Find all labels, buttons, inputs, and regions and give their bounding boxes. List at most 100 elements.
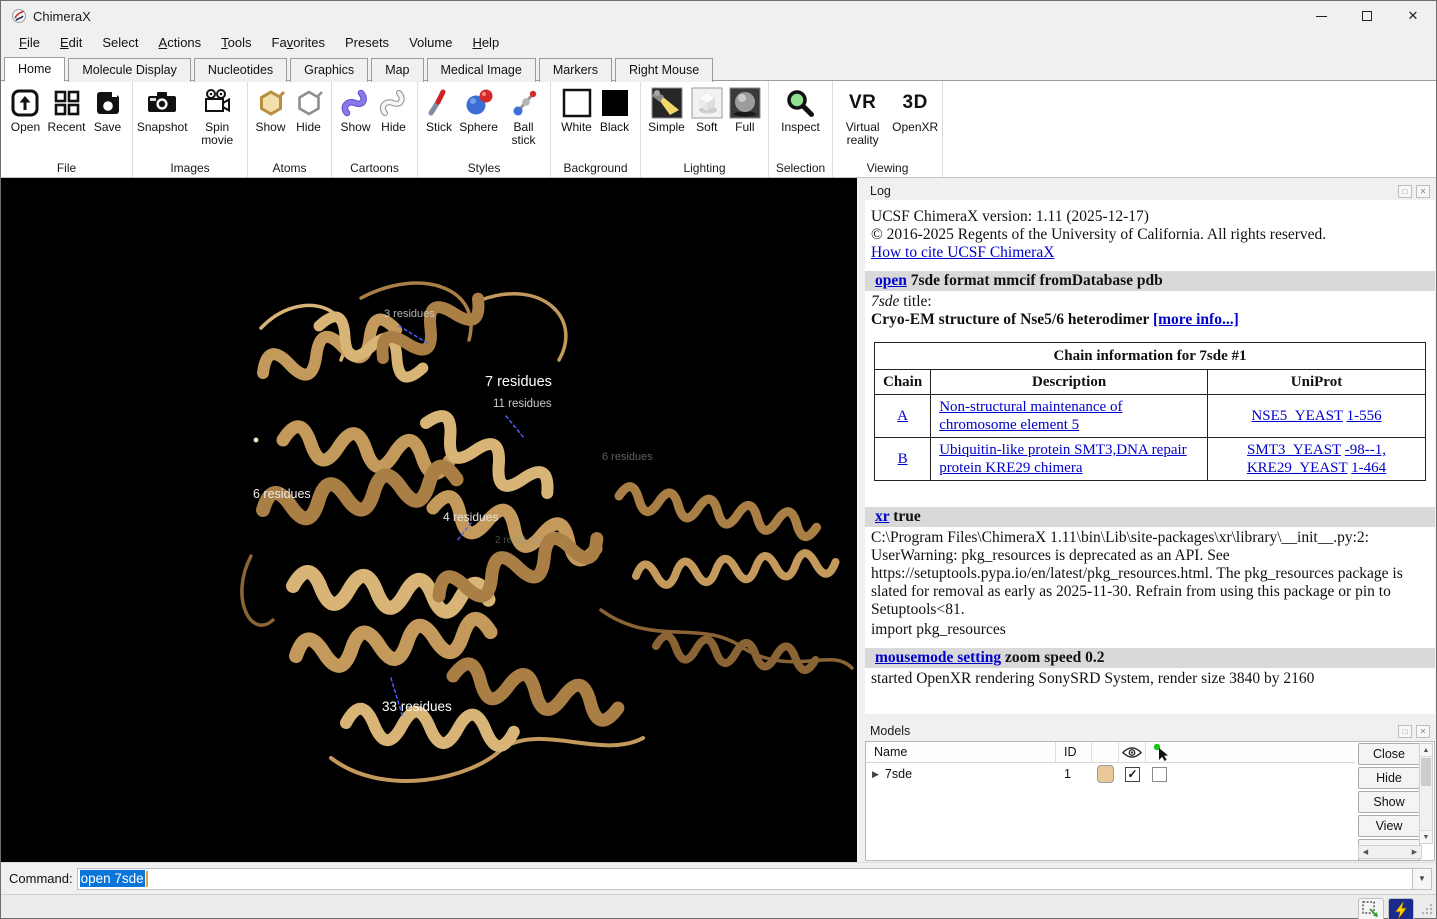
chain-a-link[interactable]: A: [897, 408, 908, 424]
menu-item-volume[interactable]: Volume: [399, 33, 462, 52]
command-history-dropdown[interactable]: ▼: [1413, 868, 1432, 890]
inspect-label: Inspect: [781, 121, 820, 134]
open-command-link[interactable]: open: [875, 272, 907, 289]
title-bar: ChimeraX ✕: [1, 1, 1436, 31]
menu-item-select[interactable]: Select: [92, 33, 148, 52]
white-background-button[interactable]: White: [558, 84, 596, 135]
menu-item-favorites[interactable]: Favorites: [262, 33, 335, 52]
tab-map[interactable]: Map: [371, 58, 423, 82]
full-lighting-button[interactable]: Full: [726, 84, 764, 135]
resize-grip[interactable]: [1420, 902, 1434, 916]
models-horizontal-scrollbar[interactable]: ◀ ▶: [1358, 845, 1422, 859]
atoms-show-icon: [255, 85, 287, 121]
maximize-button[interactable]: [1344, 1, 1390, 31]
ribbon-group-file: Open Recent Save File: [1, 81, 133, 177]
name-column-header[interactable]: Name: [866, 742, 1056, 762]
cartoons-show-button[interactable]: Show: [337, 84, 375, 135]
chain-a-description-link[interactable]: Non-structural maintenance of chromosome…: [939, 399, 1122, 433]
menu-item-edit[interactable]: Edit: [50, 33, 92, 52]
menu-item-actions[interactable]: Actions: [149, 33, 212, 52]
xr-command-link[interactable]: xr: [875, 508, 889, 525]
open-label: Open: [11, 121, 40, 134]
recent-button[interactable]: Recent: [44, 84, 88, 135]
log-close-button[interactable]: ✕: [1416, 185, 1430, 198]
menu-item-file[interactable]: File: [9, 33, 50, 52]
tab-home[interactable]: Home: [4, 57, 65, 82]
menu-item-help[interactable]: Help: [462, 33, 509, 52]
3d-viewport[interactable]: 3 residues 7 residues 11 residues 6 resi…: [1, 178, 857, 862]
model-view-button[interactable]: View: [1358, 815, 1420, 837]
uniprot-name-link[interactable]: NSE5_YEAST: [1251, 408, 1342, 424]
scroll-right-arrow[interactable]: ▶: [1408, 848, 1421, 856]
stick-style-button[interactable]: Stick: [420, 84, 458, 148]
model-selected-checkbox[interactable]: [1152, 767, 1167, 782]
atoms-show-button[interactable]: Show: [252, 84, 290, 135]
chain-b-link[interactable]: B: [898, 451, 908, 467]
uniprot-range-link[interactable]: -98--1,: [1345, 442, 1386, 458]
openxr-button[interactable]: 3D OpenXR: [890, 84, 940, 148]
uniprot-range-link[interactable]: 1-464: [1351, 460, 1386, 476]
model-hide-button[interactable]: Hide: [1358, 767, 1420, 789]
scroll-up-arrow[interactable]: ▲: [1420, 744, 1432, 757]
uniprot-name-link[interactable]: KRE29_YEAST: [1247, 460, 1348, 476]
model-show-button[interactable]: Show: [1358, 791, 1420, 813]
menu-accel: E: [60, 35, 69, 50]
scroll-thumb[interactable]: [1421, 758, 1431, 786]
mousemode-command-link[interactable]: mousemode setting: [875, 649, 1001, 666]
chain-row-a: A Non-structural maintenance of chromoso…: [875, 395, 1426, 438]
models-panel: Name ID ▶7sde 1 Close Hide Sho: [865, 741, 1435, 861]
log-panel-title: Log: [870, 184, 891, 198]
mousemode-command-args: zoom speed 0.2: [1001, 649, 1104, 666]
menu-text: Select: [102, 35, 138, 50]
scroll-down-arrow[interactable]: ▼: [1420, 830, 1432, 843]
tab-graphics[interactable]: Graphics: [290, 58, 368, 82]
snapshot-button[interactable]: Snapshot: [135, 84, 189, 148]
soft-lighting-button[interactable]: Soft: [688, 84, 726, 135]
expand-arrow-icon[interactable]: ▶: [872, 769, 879, 780]
snapshot-region-button[interactable]: [1358, 898, 1384, 919]
open-button[interactable]: Open: [6, 84, 44, 135]
tab-medical-image[interactable]: Medical Image: [427, 58, 536, 82]
close-button[interactable]: ✕: [1390, 1, 1436, 31]
virtual-reality-button[interactable]: VR Virtual reality: [835, 84, 890, 148]
id-column-header[interactable]: ID: [1056, 742, 1092, 762]
models-float-button[interactable]: □: [1398, 725, 1412, 738]
tab-nucleotides[interactable]: Nucleotides: [194, 58, 287, 82]
select-hand-icon: [1152, 743, 1168, 761]
group-label-images: Images: [133, 161, 247, 175]
uniprot-range-link[interactable]: 1-556: [1347, 408, 1382, 424]
models-close-button[interactable]: ✕: [1416, 725, 1430, 738]
select-column-header: [1146, 742, 1173, 762]
models-panel-title: Models: [870, 724, 910, 738]
sphere-style-button[interactable]: Sphere: [458, 84, 499, 148]
chain-b-description-link[interactable]: Ubiquitin-like protein SMT3,DNA repair p…: [939, 442, 1186, 476]
black-background-button[interactable]: Black: [596, 84, 634, 135]
model-color-swatch[interactable]: [1097, 765, 1114, 783]
log-float-button[interactable]: □: [1398, 185, 1412, 198]
tab-right-mouse[interactable]: Right Mouse: [615, 58, 713, 82]
menu-item-tools[interactable]: Tools: [211, 33, 261, 52]
rapid-command-button[interactable]: [1388, 898, 1414, 919]
group-label-cartoons: Cartoons: [332, 161, 417, 175]
model-close-button[interactable]: Close: [1358, 743, 1420, 765]
save-button[interactable]: Save: [89, 84, 127, 135]
cite-link[interactable]: How to cite UCSF ChimeraX: [871, 244, 1054, 261]
more-info-link[interactable]: [more info...]: [1153, 311, 1239, 328]
tab-molecule-display[interactable]: Molecule Display: [68, 58, 190, 82]
inspect-button[interactable]: Inspect: [778, 84, 823, 135]
menu-item-presets[interactable]: Presets: [335, 33, 399, 52]
minimize-button[interactable]: [1298, 1, 1344, 31]
command-input[interactable]: open 7sde: [77, 868, 1413, 890]
tab-markers[interactable]: Markers: [539, 58, 612, 82]
ball-stick-style-button[interactable]: Ball stick: [499, 84, 548, 148]
models-vertical-scrollbar[interactable]: ▲ ▼: [1419, 743, 1433, 844]
model-row-7sde[interactable]: ▶7sde 1: [866, 763, 1355, 785]
scroll-left-arrow[interactable]: ◀: [1359, 848, 1372, 856]
uniprot-name-link[interactable]: SMT3_YEAST: [1247, 442, 1341, 458]
atoms-hide-button[interactable]: Hide: [290, 84, 328, 135]
menu-accel: H: [472, 35, 481, 50]
simple-lighting-button[interactable]: Simple: [645, 84, 688, 135]
cartoons-hide-button[interactable]: Hide: [375, 84, 413, 135]
spin-movie-button[interactable]: Spin movie: [189, 84, 245, 148]
model-shown-checkbox[interactable]: [1125, 767, 1140, 782]
